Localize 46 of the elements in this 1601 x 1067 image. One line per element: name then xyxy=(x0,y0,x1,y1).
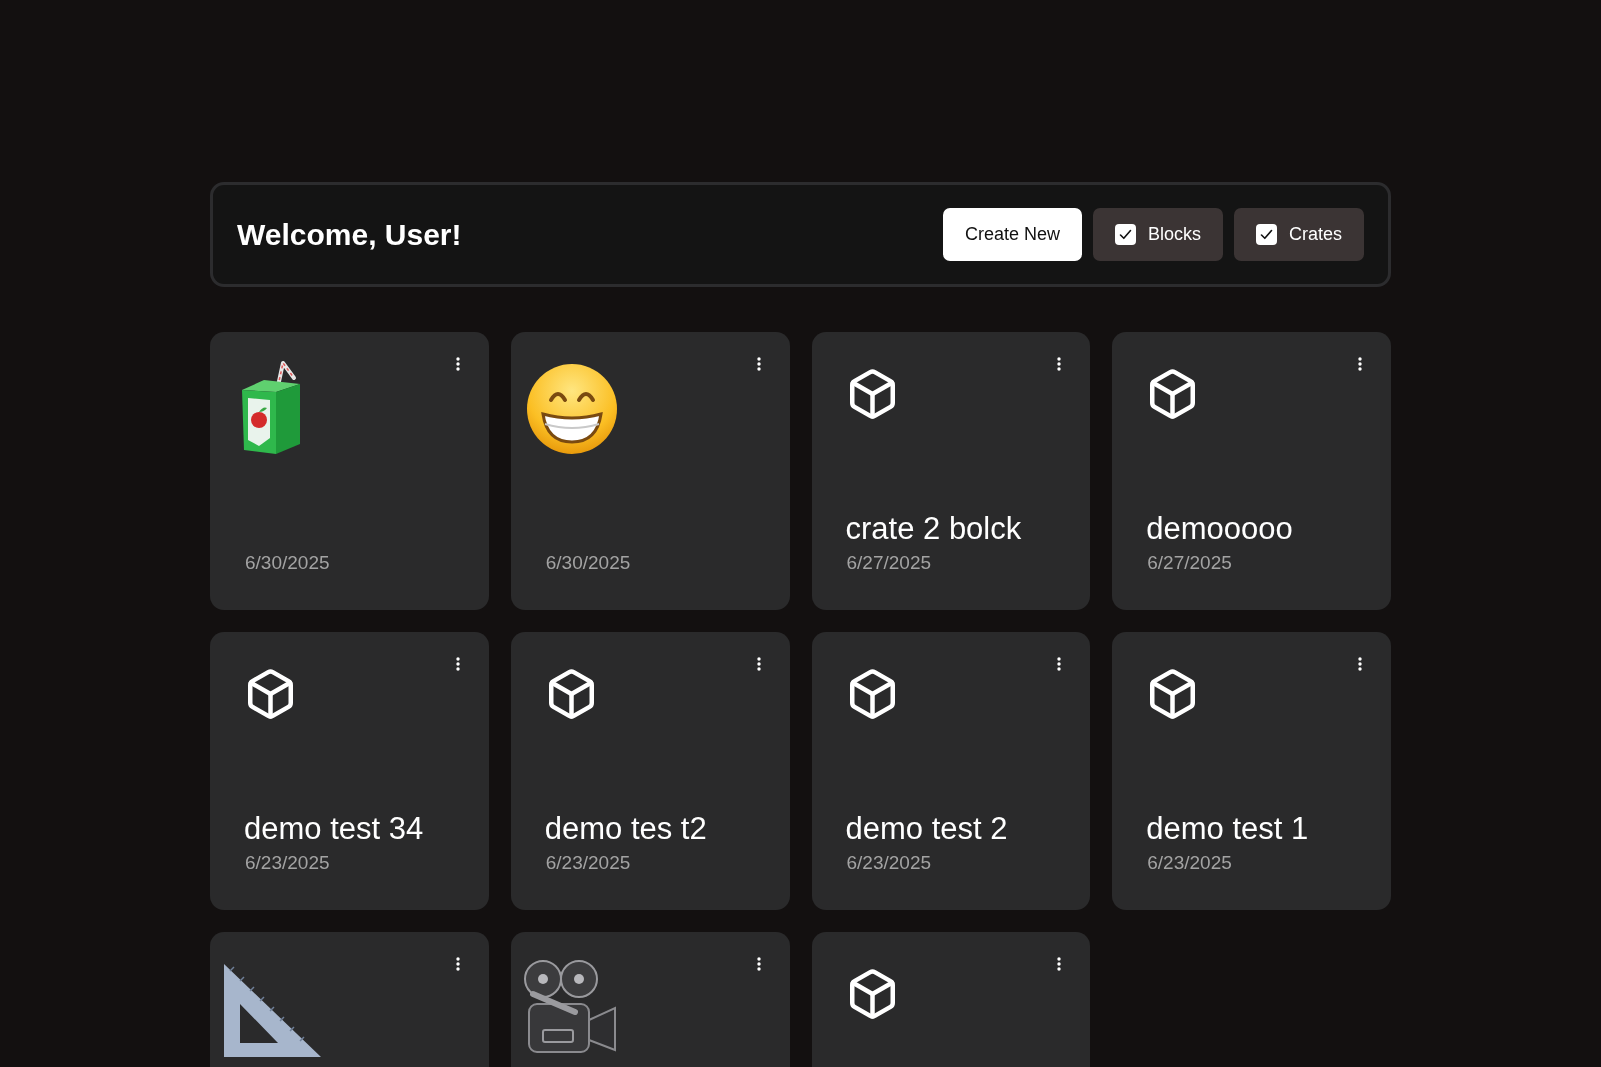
more-options-icon[interactable] xyxy=(756,957,761,971)
more-options-icon[interactable] xyxy=(1057,957,1062,971)
grinning-face-icon xyxy=(526,364,617,454)
card-title: demo test 1 xyxy=(1145,813,1310,844)
card-date: 6/23/2025 xyxy=(244,853,331,872)
cube-icon xyxy=(849,669,895,719)
project-card[interactable]: crate 2 bolck 6/27/2025 xyxy=(811,332,1091,610)
cube-icon xyxy=(248,669,293,719)
more-options-icon[interactable] xyxy=(1057,657,1062,671)
project-card[interactable]: 6/30/2025 xyxy=(510,332,790,610)
more-options-icon[interactable] xyxy=(1358,357,1362,371)
project-card[interactable]: demo test 2 6/23/2025 xyxy=(811,632,1091,910)
card-date: 6/23/2025 xyxy=(544,853,632,872)
more-options-icon[interactable] xyxy=(455,657,460,671)
card-date: 6/30/2025 xyxy=(244,553,331,572)
card-title: demo test 34 xyxy=(243,813,425,844)
card-title: crate 2 bolck xyxy=(844,513,1023,544)
card-date: 6/23/2025 xyxy=(1146,853,1233,872)
card-date: 6/27/2025 xyxy=(845,553,933,572)
project-card[interactable]: 6/30/2025 xyxy=(210,332,489,610)
more-options-icon[interactable] xyxy=(455,357,460,371)
filter-toggle-button[interactable]: Crates xyxy=(1234,208,1364,261)
more-options-icon[interactable] xyxy=(1358,657,1362,671)
card-date: 6/30/2025 xyxy=(544,553,632,572)
project-card[interactable]: demo test 1 6/23/2025 xyxy=(1112,632,1391,910)
create-new-button[interactable]: Create New xyxy=(942,208,1082,261)
more-options-icon[interactable] xyxy=(1057,357,1062,371)
project-card[interactable]: demo tes t2 6/23/2025 xyxy=(510,632,790,910)
project-card[interactable]: demo test 34 6/23/2025 xyxy=(210,632,489,910)
cube-icon xyxy=(849,969,895,1019)
triangle-ruler-icon xyxy=(224,964,321,1057)
card-date: 6/23/2025 xyxy=(845,853,933,872)
filter-toggle-button[interactable]: Blocks xyxy=(1092,208,1223,261)
welcome-heading: Welcome, User! xyxy=(237,219,462,250)
cube-icon xyxy=(1150,669,1196,719)
card-title: demo test 2 xyxy=(844,813,1009,844)
card-date: 6/27/2025 xyxy=(1146,553,1233,572)
project-card[interactable]: demooooo 6/27/2025 xyxy=(1112,332,1391,610)
cube-icon xyxy=(548,669,594,719)
card-title: demooooo xyxy=(1145,513,1294,544)
cube-icon xyxy=(1150,369,1196,419)
more-options-icon[interactable] xyxy=(756,657,761,671)
cube-icon xyxy=(849,369,895,419)
more-options-icon[interactable] xyxy=(756,357,761,371)
card-title: demo tes t2 xyxy=(543,813,708,844)
more-options-icon[interactable] xyxy=(455,957,460,971)
